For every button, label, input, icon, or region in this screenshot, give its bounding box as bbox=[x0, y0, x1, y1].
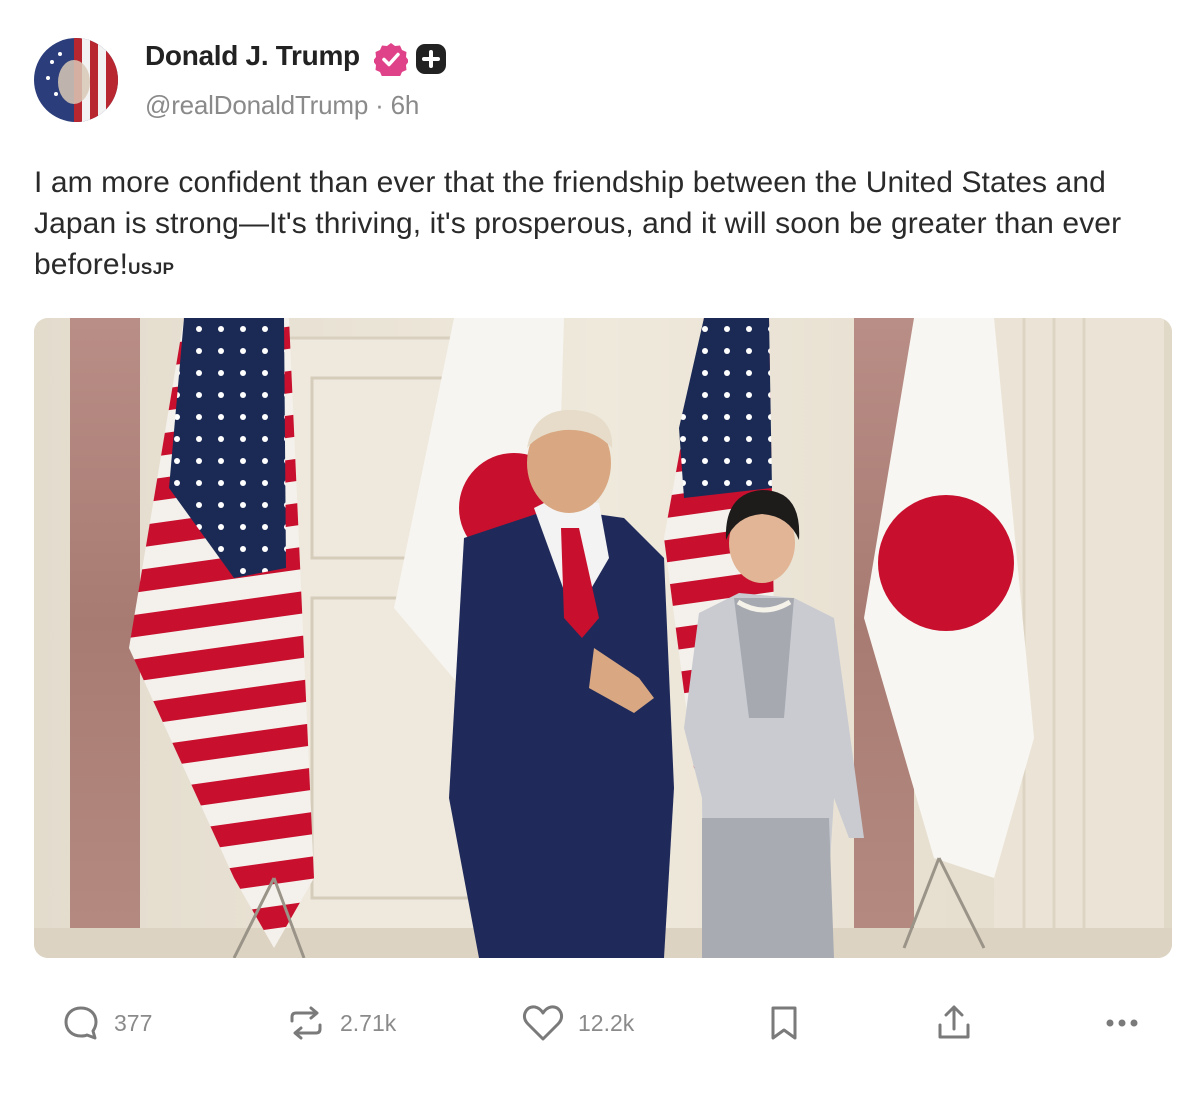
post-card: Donald J. Trump @realDonaldTrump · 6h I am… bbox=[0, 0, 1200, 1095]
handle-line: @realDonaldTrump · 6h bbox=[145, 90, 419, 121]
post-text: I am more confident than ever that the f… bbox=[34, 162, 1164, 289]
more-action[interactable] bbox=[1102, 1000, 1142, 1046]
repost-count: 2.71k bbox=[340, 1009, 397, 1036]
post-body: I am more confident than ever that the f… bbox=[34, 166, 1122, 281]
avatar-image bbox=[34, 38, 118, 122]
plus-badge-icon bbox=[416, 44, 446, 74]
verified-badge-icon bbox=[374, 43, 408, 76]
bookmark-action[interactable] bbox=[768, 1000, 800, 1046]
photo bbox=[34, 318, 1172, 958]
like-action[interactable]: 12.2k bbox=[522, 1000, 634, 1046]
timestamp[interactable]: 6h bbox=[391, 90, 420, 120]
post-image[interactable] bbox=[34, 318, 1172, 958]
repost-icon bbox=[290, 1006, 322, 1040]
repost-action[interactable]: 2.71k bbox=[286, 1000, 396, 1046]
post-tag[interactable]: USJP bbox=[128, 259, 174, 278]
share-action[interactable] bbox=[934, 1000, 974, 1046]
bookmark-icon bbox=[771, 1006, 797, 1040]
separator: · bbox=[375, 90, 384, 120]
avatar[interactable] bbox=[34, 38, 118, 122]
reply-action[interactable]: 377 bbox=[62, 1000, 152, 1046]
reply-icon bbox=[64, 1006, 98, 1040]
more-icon bbox=[1106, 1019, 1138, 1027]
handle[interactable]: @realDonaldTrump bbox=[145, 90, 368, 120]
display-name[interactable]: Donald J. Trump bbox=[145, 40, 360, 72]
share-icon bbox=[938, 1005, 970, 1039]
reply-count: 377 bbox=[114, 1009, 153, 1036]
like-count: 12.2k bbox=[578, 1009, 635, 1036]
heart-icon bbox=[522, 1005, 564, 1041]
